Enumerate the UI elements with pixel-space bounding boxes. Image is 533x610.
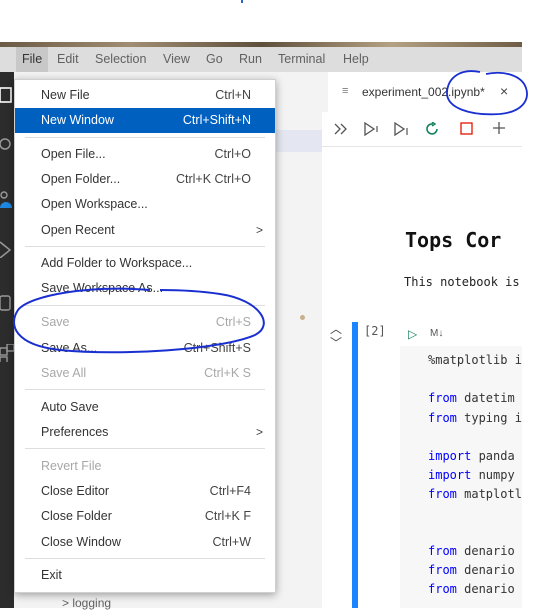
menu-item-open-file[interactable]: Open File... Ctrl+O: [15, 142, 275, 167]
tab-filename: experiment_002.ipynb*: [362, 85, 485, 99]
restart-icon[interactable]: [426, 122, 440, 136]
chevron-right-icon: >: [255, 223, 263, 237]
menu-edit[interactable]: Edit: [57, 47, 79, 72]
run-above-icon[interactable]: [364, 122, 380, 136]
run-debug-icon[interactable]: [0, 240, 14, 258]
menu-separator: [25, 246, 265, 247]
menu-separator: [25, 558, 265, 559]
menu-selection[interactable]: Selection: [95, 47, 146, 72]
menu-item-save-workspace-as[interactable]: Save Workspace As...: [15, 276, 275, 301]
menu-item-save[interactable]: Save Ctrl+S: [15, 310, 275, 335]
run-cell-icon[interactable]: ▷: [408, 327, 417, 341]
notebook-toolbar: [322, 112, 522, 147]
code-cell[interactable]: %matplotlib i from datetim from typing i…: [400, 346, 522, 608]
menu-item-new-window[interactable]: New Window Ctrl+Shift+N: [15, 108, 275, 133]
chevron-right-icon: >: [255, 425, 263, 439]
menu-item-open-recent[interactable]: Open Recent >: [15, 218, 275, 243]
menu-item-new-file[interactable]: New File Ctrl+N: [15, 83, 275, 108]
extensions-icon[interactable]: [0, 344, 14, 362]
menu-item-save-as[interactable]: Save As... Ctrl+Shift+S: [15, 336, 275, 361]
code-line: from denario: [428, 563, 515, 577]
menu-run[interactable]: Run: [239, 47, 262, 72]
menu-go[interactable]: Go: [206, 47, 223, 72]
chevron-up-icon[interactable]: ︿: [330, 322, 342, 336]
menu-file[interactable]: File: [16, 47, 49, 72]
top-marker: [241, 0, 243, 3]
menu-separator: [25, 389, 265, 390]
menu-item-open-workspace[interactable]: Open Workspace...: [15, 192, 275, 217]
interrupt-icon[interactable]: [460, 122, 474, 136]
cell-move-controls: ︿ ﹀: [330, 322, 342, 350]
menu-help[interactable]: Help: [343, 47, 369, 72]
code-line: %matplotlib i: [428, 353, 522, 367]
add-cell-icon[interactable]: [492, 121, 506, 135]
code-line: from typing i: [428, 411, 522, 425]
menu-item-close-folder[interactable]: Close Folder Ctrl+K F: [15, 504, 275, 529]
menu-separator: [25, 137, 265, 138]
remote-explorer-icon[interactable]: [0, 294, 14, 312]
menu-separator: [25, 448, 265, 449]
code-line: from matplotl: [428, 487, 522, 501]
notebook-heading: Tops Cor: [405, 228, 502, 252]
cell-execution-count: [2]: [364, 324, 386, 338]
menu-item-revert-file[interactable]: Revert File: [15, 454, 275, 479]
menu-item-close-editor[interactable]: Close Editor Ctrl+F4: [15, 479, 275, 504]
code-line: from denario: [428, 582, 515, 596]
code-line: import panda: [428, 449, 515, 463]
menu-item-open-folder[interactable]: Open Folder... Ctrl+K Ctrl+O: [15, 167, 275, 192]
tab-notebook[interactable]: ≡ experiment_002.ipynb* ×: [328, 72, 524, 112]
menu-item-exit[interactable]: Exit: [15, 563, 275, 588]
tab-bar: ≡ experiment_002.ipynb* ×: [322, 72, 524, 112]
close-icon[interactable]: ×: [500, 83, 508, 99]
file-menu-dropdown: New File Ctrl+N New Window Ctrl+Shift+N Op…: [14, 79, 276, 593]
menu-item-auto-save[interactable]: Auto Save: [15, 395, 275, 420]
chevron-down-icon[interactable]: ﹀: [330, 336, 342, 350]
run-all-icon[interactable]: [334, 123, 348, 135]
menu-separator: [25, 305, 265, 306]
source-control-icon[interactable]: [0, 190, 14, 208]
file-lines-icon: ≡: [342, 85, 349, 97]
code-line: import numpy: [428, 468, 515, 482]
modified-dot-icon: [300, 315, 305, 320]
menu-item-close-window[interactable]: Close Window Ctrl+W: [15, 530, 275, 555]
cell-header: ▷ M↓: [400, 322, 522, 347]
menu-view[interactable]: View: [163, 47, 190, 72]
menubar: File Edit Selection View Go Run Terminal…: [0, 47, 522, 112]
menu-terminal[interactable]: Terminal: [278, 47, 325, 72]
notebook-description: This notebook is: [404, 275, 520, 289]
code-line: from denario: [428, 544, 515, 558]
cell-language-label[interactable]: M↓: [430, 328, 443, 339]
top-region: [0, 0, 533, 42]
menu-item-save-all[interactable]: Save All Ctrl+K S: [15, 361, 275, 386]
search-icon[interactable]: [0, 136, 14, 154]
run-below-icon[interactable]: [394, 122, 410, 136]
files-icon[interactable]: [0, 86, 14, 104]
menu-item-add-folder[interactable]: Add Folder to Workspace...: [15, 251, 275, 276]
code-line: from datetim: [428, 391, 515, 405]
activity-bar: [0, 72, 14, 608]
menu-item-preferences[interactable]: Preferences >: [15, 420, 275, 445]
cell-focus-indicator: [352, 322, 358, 608]
